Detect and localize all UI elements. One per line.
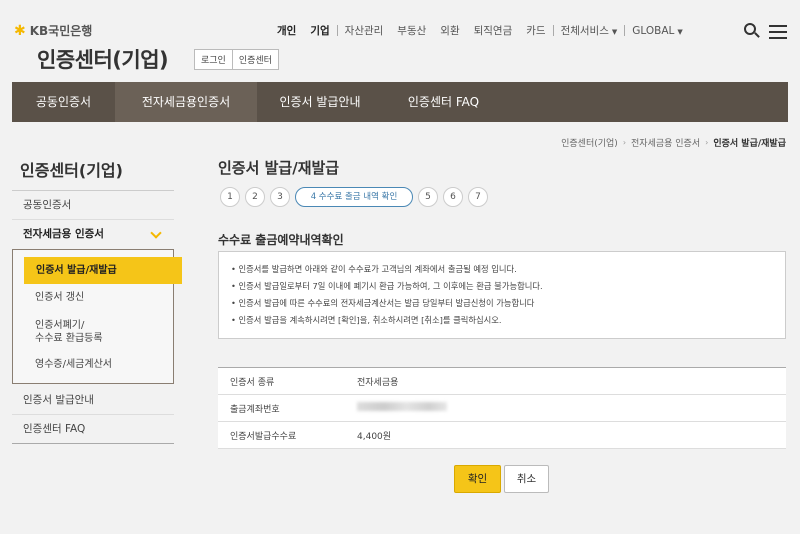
topnav-realestate[interactable]: 부동산 [390, 23, 433, 38]
page-title: 인증센터(기업) [37, 48, 169, 72]
global-label: GLOBAL [632, 24, 675, 37]
chevron-right-icon: › [705, 138, 709, 147]
topnav-asset[interactable]: 자산관리 [338, 23, 391, 38]
menu-icon[interactable] [769, 22, 787, 40]
submenu-item-receipt[interactable]: 영수증/세금계산서 [35, 358, 112, 371]
tab-etax-cert[interactable]: 전자세금용인증서 [115, 82, 257, 122]
sidebar-item-cert-guide[interactable]: 인증서 발급안내 [12, 386, 174, 415]
step-5: 5 [418, 187, 438, 207]
step-6: 6 [443, 187, 463, 207]
confirm-button[interactable]: 확인 [454, 465, 501, 493]
topnav-card[interactable]: 카드 [519, 23, 552, 38]
step-1: 1 [220, 187, 240, 207]
breadcrumb-current: 인증서 발급/재발급 [713, 139, 786, 149]
cancel-button[interactable]: 취소 [504, 465, 549, 493]
notice-line: • 인증서 발급을 계속하시려면 [확인]을, 취소하시려면 [취소]를 클릭하… [231, 315, 502, 325]
sidebar-item-label: 전자세금용 인증서 [23, 228, 104, 240]
sidebar-item-public-cert[interactable]: 공동인증서 [12, 191, 174, 220]
submenu-label-line1: 인증서폐기/ [35, 320, 85, 331]
notice-box: • 인증서를 발급하면 아래와 같이 수수료가 고객님의 계좌에서 출금될 예정… [218, 251, 786, 339]
cert-center-link[interactable]: 인증센터 [231, 50, 278, 69]
section-title: 수수료 출금예약내역확인 [218, 233, 344, 247]
chevron-down-icon [150, 227, 162, 239]
step-indicator: 1 2 3 4 수수료 출금 내역 확인 5 6 7 [220, 187, 488, 207]
topnav-all-services[interactable]: 전체서비스 ▼ [554, 23, 625, 38]
breadcrumb-item[interactable]: 전자세금용 인증서 [631, 136, 700, 149]
row-label: 인증서 종류 [230, 377, 275, 388]
step-2: 2 [245, 187, 265, 207]
tab-faq[interactable]: 인증센터 FAQ [383, 82, 504, 122]
submenu-item-issue[interactable]: 인증서 발급/재발급 [24, 257, 182, 284]
notice-line: • 인증서 발급일로부터 7일 이내에 폐기시 환급 가능하여, 그 이후에는 … [231, 281, 543, 291]
sidebar-item-faq[interactable]: 인증센터 FAQ [12, 415, 174, 444]
submenu-item-renew[interactable]: 인증서 갱신 [35, 291, 84, 304]
chevron-right-icon: › [622, 138, 627, 147]
caret-down-icon: ▼ [611, 28, 618, 36]
row-value: 4,400원 [357, 431, 392, 442]
sidebar-submenu: 인증서 발급/재발급 인증서 갱신 인증서폐기/ 수수료 환급등록 영수증/세금… [12, 249, 182, 384]
sidebar-title: 인증센터(기업) [20, 161, 123, 180]
row-label: 인증서발급수수료 [230, 431, 297, 442]
topnav-forex[interactable]: 외환 [433, 23, 466, 38]
kb-logo[interactable]: ✱ KB국민은행 [14, 22, 92, 39]
submenu-item-revoke[interactable]: 인증서폐기/ 수수료 환급등록 [35, 319, 103, 345]
table-row: 인증서 종류 전자세금용 [218, 368, 786, 395]
step-7: 7 [468, 187, 488, 207]
sidebar-item-etax-cert[interactable]: 전자세금용 인증서 [12, 220, 174, 249]
logo-text: KB국민은행 [29, 24, 93, 38]
all-services-label: 전체서비스 [560, 25, 609, 37]
breadcrumb-item[interactable]: 인증센터(기업) [561, 136, 618, 149]
table-row: 출금계좌번호 [218, 395, 786, 422]
masked-account-number [357, 402, 447, 411]
main-navigation: 공동인증서 전자세금용인증서 인증서 발급안내 인증센터 FAQ [12, 82, 788, 122]
row-value [347, 402, 447, 414]
topnav-business[interactable]: 기업 [303, 23, 336, 38]
search-icon[interactable] [743, 22, 761, 40]
header: ✱ KB국민은행 인증센터(기업) 로그인 인증센터 개인 기업 자산관리 부동… [0, 0, 800, 82]
step-3: 3 [270, 187, 290, 207]
topnav-pension[interactable]: 퇴직연금 [467, 23, 520, 38]
row-value: 전자세금용 [357, 377, 399, 388]
step-4-current: 4 수수료 출금 내역 확인 [295, 187, 413, 207]
login-link[interactable]: 로그인 [195, 50, 232, 69]
kb-star-icon: ✱ [14, 22, 26, 39]
info-table: 인증서 종류 전자세금용 출금계좌번호 인증서발급수수료 4,400원 [218, 367, 786, 449]
top-navigation: 개인 기업 자산관리 부동산 외환 퇴직연금 카드 전체서비스 ▼ GLOBAL ▼ [270, 23, 690, 38]
topnav-global[interactable]: GLOBAL ▼ [625, 25, 690, 37]
table-row: 인증서발급수수료 4,400원 [218, 422, 786, 449]
breadcrumb: 인증센터(기업) › 전자세금용 인증서 › 인증서 발급/재발급 [561, 136, 786, 149]
login-box: 로그인 인증센터 [194, 49, 279, 70]
submenu-label-line2: 수수료 환급등록 [35, 333, 103, 344]
tab-public-cert[interactable]: 공동인증서 [12, 82, 115, 122]
caret-down-icon: ▼ [677, 27, 683, 36]
tab-cert-guide[interactable]: 인증서 발급안내 [257, 82, 383, 122]
row-label: 출금계좌번호 [230, 404, 280, 415]
content-title: 인증서 발급/재발급 [218, 159, 340, 177]
topnav-personal[interactable]: 개인 [270, 23, 303, 38]
notice-line: • 인증서 발급에 따른 수수료의 전자세금계산서는 발급 당일부터 발급신청이… [231, 298, 535, 308]
notice-line: • 인증서를 발급하면 아래와 같이 수수료가 고객님의 계좌에서 출금될 예정… [231, 264, 517, 274]
